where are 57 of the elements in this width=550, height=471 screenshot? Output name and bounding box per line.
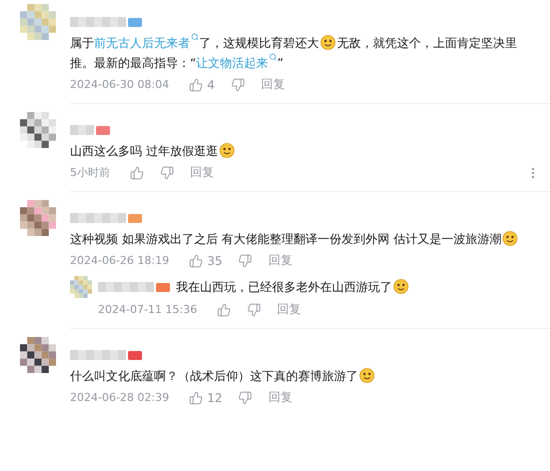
reply-button[interactable]: 回复 <box>260 76 285 93</box>
level-badge-icon <box>128 18 142 26</box>
blurred-username <box>70 17 126 27</box>
reply-button[interactable]: 回复 <box>190 164 214 181</box>
like-button[interactable] <box>130 166 144 180</box>
blurred-username <box>70 125 94 135</box>
like-count: 12 <box>207 390 222 404</box>
search-link[interactable]: 让文物活起来 <box>196 56 278 70</box>
blurred-username <box>98 282 154 292</box>
reply-button[interactable]: 回复 <box>268 389 292 406</box>
comment-time: 2024-06-28 02:39 <box>70 391 170 404</box>
emoji-icon <box>218 142 235 158</box>
comment-text: 这种视频 如果游戏出了之后 有大佬能整理翻译一份发到外网 估计又是一波旅游潮 <box>70 229 540 249</box>
comment-time: 2024-06-30 08:04 <box>70 78 170 91</box>
emoji-icon <box>359 367 375 383</box>
blurred-username <box>70 350 126 360</box>
search-icon <box>269 53 278 61</box>
comment-text: 山西这么多吗 过年放假逛逛 <box>70 141 540 161</box>
dislike-button[interactable] <box>247 302 262 316</box>
level-badge-icon <box>96 126 110 134</box>
reply-button[interactable]: 回复 <box>268 252 292 269</box>
dislike-button[interactable] <box>238 390 252 404</box>
comment-text: 什么叫文化底蕴啊？（战术后仰）这下真的赛博旅游了 <box>70 366 540 386</box>
emoji-icon <box>393 278 409 294</box>
dislike-button[interactable] <box>160 166 174 180</box>
dislike-button[interactable] <box>238 254 252 268</box>
thumbs-down-icon <box>238 390 252 404</box>
thumbs-down-icon <box>247 302 262 316</box>
like-button[interactable]: 12 <box>189 390 222 404</box>
like-count: 4 <box>207 78 215 92</box>
reply-button[interactable]: 回复 <box>277 301 302 318</box>
like-button[interactable] <box>217 302 232 316</box>
level-badge-icon <box>156 282 170 292</box>
comment-text: 属于前无古人后无来者 了，这规模比育碧还大 无敌，就凭这个，上面肯定坚决里推。最新的最高指导：“让文物活起来 ” <box>70 33 540 73</box>
thumbs-up-icon <box>130 166 144 180</box>
thumbs-up-icon <box>189 390 204 404</box>
comment-time: 5小时前 <box>70 165 110 180</box>
search-link[interactable]: 前无古人后无来者 <box>94 36 199 50</box>
emoji-icon <box>502 230 518 246</box>
thumbs-down-icon <box>238 254 252 268</box>
thumbs-up-icon <box>189 254 204 268</box>
like-count: 35 <box>207 254 222 268</box>
comment-time: 2024-06-26 18:19 <box>70 254 170 267</box>
comment-text: 我在山西玩，已经很多老外在山西游玩了 <box>176 277 410 297</box>
search-icon <box>191 33 199 41</box>
level-badge-icon <box>128 214 142 222</box>
emoji-icon <box>320 34 336 50</box>
thumbs-down-icon <box>230 78 245 92</box>
dislike-button[interactable] <box>230 78 245 92</box>
comment-time: 2024-07-11 15:36 <box>98 303 198 316</box>
thumbs-up-icon <box>189 78 204 92</box>
thumbs-down-icon <box>160 166 174 180</box>
blurred-username <box>70 213 126 223</box>
like-button[interactable]: 35 <box>189 254 222 268</box>
like-button[interactable]: 4 <box>189 78 215 92</box>
level-badge-icon <box>128 350 142 360</box>
thumbs-up-icon <box>217 302 232 316</box>
